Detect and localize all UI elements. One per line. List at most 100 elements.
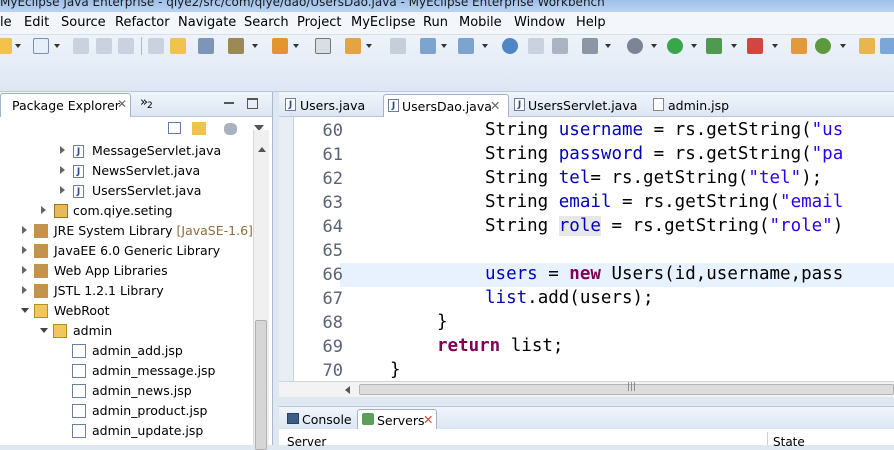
open-type-icon[interactable] [272, 38, 288, 54]
camera-icon[interactable] [582, 38, 598, 54]
chevron-down-icon[interactable] [482, 44, 488, 48]
expand-icon[interactable] [22, 266, 27, 274]
maximize-icon[interactable] [247, 98, 258, 109]
run-config-icon[interactable] [706, 38, 722, 54]
refresh-icon[interactable] [815, 38, 831, 54]
debug-icon[interactable] [420, 38, 436, 54]
tab-admin-jsp[interactable]: admin.jsp [651, 94, 741, 116]
tree-item-admin[interactable]: admin [0, 321, 252, 341]
collapse-icon[interactable] [40, 328, 48, 333]
tab-console[interactable]: Console [281, 409, 355, 429]
column-header-state[interactable]: State [773, 435, 805, 449]
close-icon[interactable]: ✕ [117, 97, 127, 111]
chevron-down-icon[interactable] [651, 44, 657, 48]
tree-item-admin-add-jsp[interactable]: admin_add.jsp [0, 341, 252, 361]
tree-item-admin-product-jsp[interactable]: admin_product.jsp [0, 401, 252, 421]
link-editor-icon[interactable] [192, 122, 206, 135]
tree-item-admin-update-jsp[interactable]: admin_update.jsp [0, 421, 252, 441]
expand-icon[interactable] [22, 226, 27, 234]
tree-item-webroot[interactable]: WebRoot [0, 301, 252, 321]
globe-icon[interactable] [502, 38, 518, 54]
menu-help[interactable]: Help [576, 15, 606, 30]
menu-navigate[interactable]: Navigate [178, 15, 236, 30]
menu-file[interactable]: le [0, 15, 12, 30]
menu-edit[interactable]: Edit [24, 15, 49, 30]
tree-item-newsservlet[interactable]: J NewsServlet.java [0, 161, 252, 181]
image-icon[interactable] [390, 38, 406, 54]
tree-item-usersservlet[interactable]: J UsersServlet.java [0, 181, 252, 201]
chevron-down-icon[interactable] [772, 44, 778, 48]
tab-usersservlet-java[interactable]: J UsersServlet.java [510, 94, 640, 116]
package-explorer-scrollbar[interactable] [253, 130, 269, 450]
save-all-icon[interactable] [96, 38, 112, 54]
expand-icon[interactable] [22, 286, 27, 294]
grid-icon[interactable] [315, 38, 331, 54]
scroll-left-icon[interactable] [345, 386, 350, 394]
undo-icon[interactable] [148, 38, 164, 54]
tool2-icon[interactable] [552, 38, 568, 54]
menu-source[interactable]: Source [61, 15, 106, 30]
column-header-server[interactable]: Server [287, 435, 326, 449]
search-icon[interactable] [458, 38, 474, 54]
tool-icon[interactable] [528, 38, 544, 54]
view-menu-icon[interactable] [224, 123, 237, 135]
deploy-icon[interactable] [198, 38, 214, 54]
tree-item-messageservlet[interactable]: J MessageServlet.java [0, 141, 252, 161]
perspective-icon[interactable] [880, 38, 894, 54]
wizard-icon[interactable] [345, 38, 361, 54]
new-icon[interactable] [0, 38, 12, 54]
chevron-down-icon[interactable] [252, 44, 258, 48]
expand-icon[interactable] [22, 246, 27, 254]
expand-icon[interactable] [41, 206, 46, 214]
chevron-down-icon[interactable] [605, 44, 611, 48]
chevron-down-icon[interactable] [691, 44, 697, 48]
chevron-down-icon[interactable] [293, 44, 299, 48]
tree-item-jre-system-library[interactable]: JRE System Library [JavaSE-1.6] [0, 221, 253, 241]
tab-package-explorer[interactable]: Package Explorer ✕ [0, 93, 131, 117]
column-divider[interactable] [767, 432, 768, 445]
code-editor[interactable]: 60 61 62 63 64 65 66 67 68 69 70 String … [279, 117, 894, 381]
new-file-icon[interactable] [33, 38, 49, 54]
open-folder-icon[interactable] [859, 38, 875, 54]
chevron-down-icon[interactable] [366, 44, 372, 48]
menu-search[interactable]: Search [244, 15, 289, 30]
gear-icon[interactable] [627, 38, 643, 54]
tab-users-java[interactable]: J Users.java [281, 94, 381, 116]
expand-icon[interactable] [60, 186, 65, 194]
tree-item-com-qiye-seting[interactable]: com.qiye.seting [0, 201, 252, 221]
menu-run[interactable]: Run [423, 15, 448, 30]
scrollbar-thumb[interactable]: ||| [359, 382, 894, 395]
server-icon[interactable] [228, 38, 244, 54]
collapse-icon[interactable] [21, 308, 29, 313]
save-icon[interactable] [73, 38, 89, 54]
tab-usersdao-java[interactable]: J UsersDao.java ✕ [383, 94, 509, 117]
scroll-up-icon[interactable] [258, 147, 266, 152]
stop-icon[interactable] [747, 38, 763, 54]
chevron-down-icon[interactable] [840, 44, 846, 48]
chevron-down-icon[interactable] [441, 44, 447, 48]
chevron-down-icon[interactable] [54, 44, 60, 48]
collapse-all-icon[interactable] [168, 122, 181, 134]
run-icon[interactable] [667, 38, 683, 54]
tree-item-admin-news-jsp[interactable]: admin_news.jsp [0, 381, 252, 401]
tree-item-admin-message-jsp[interactable]: admin_message.jsp [0, 361, 252, 381]
package-icon[interactable] [791, 38, 807, 54]
close-icon[interactable]: ✕ [490, 98, 500, 113]
menu-window[interactable]: Window [514, 15, 565, 30]
minimize-icon[interactable] [224, 102, 234, 104]
redo-icon[interactable] [170, 38, 186, 54]
tree-item-web-app-libraries[interactable]: Web App Libraries [0, 261, 252, 281]
menu-project[interactable]: Project [297, 15, 341, 30]
expand-icon[interactable] [60, 146, 65, 154]
tree-item-javaee-library[interactable]: JavaEE 6.0 Generic Library [0, 241, 252, 261]
tree-item-jstl-library[interactable]: JSTL 1.2.1 Library [0, 281, 252, 301]
chevron-down-icon[interactable] [731, 44, 737, 48]
editor-hscrollbar[interactable]: ||| [279, 381, 894, 397]
print-icon[interactable] [118, 38, 134, 54]
chevron-down-icon[interactable] [15, 44, 21, 48]
scrollbar-thumb[interactable] [255, 320, 267, 450]
menu-refactor[interactable]: Refactor [115, 15, 170, 30]
close-icon[interactable]: ✕ [423, 412, 433, 427]
expand-icon[interactable] [60, 166, 65, 174]
menu-myeclipse[interactable]: MyEclipse [351, 15, 416, 30]
